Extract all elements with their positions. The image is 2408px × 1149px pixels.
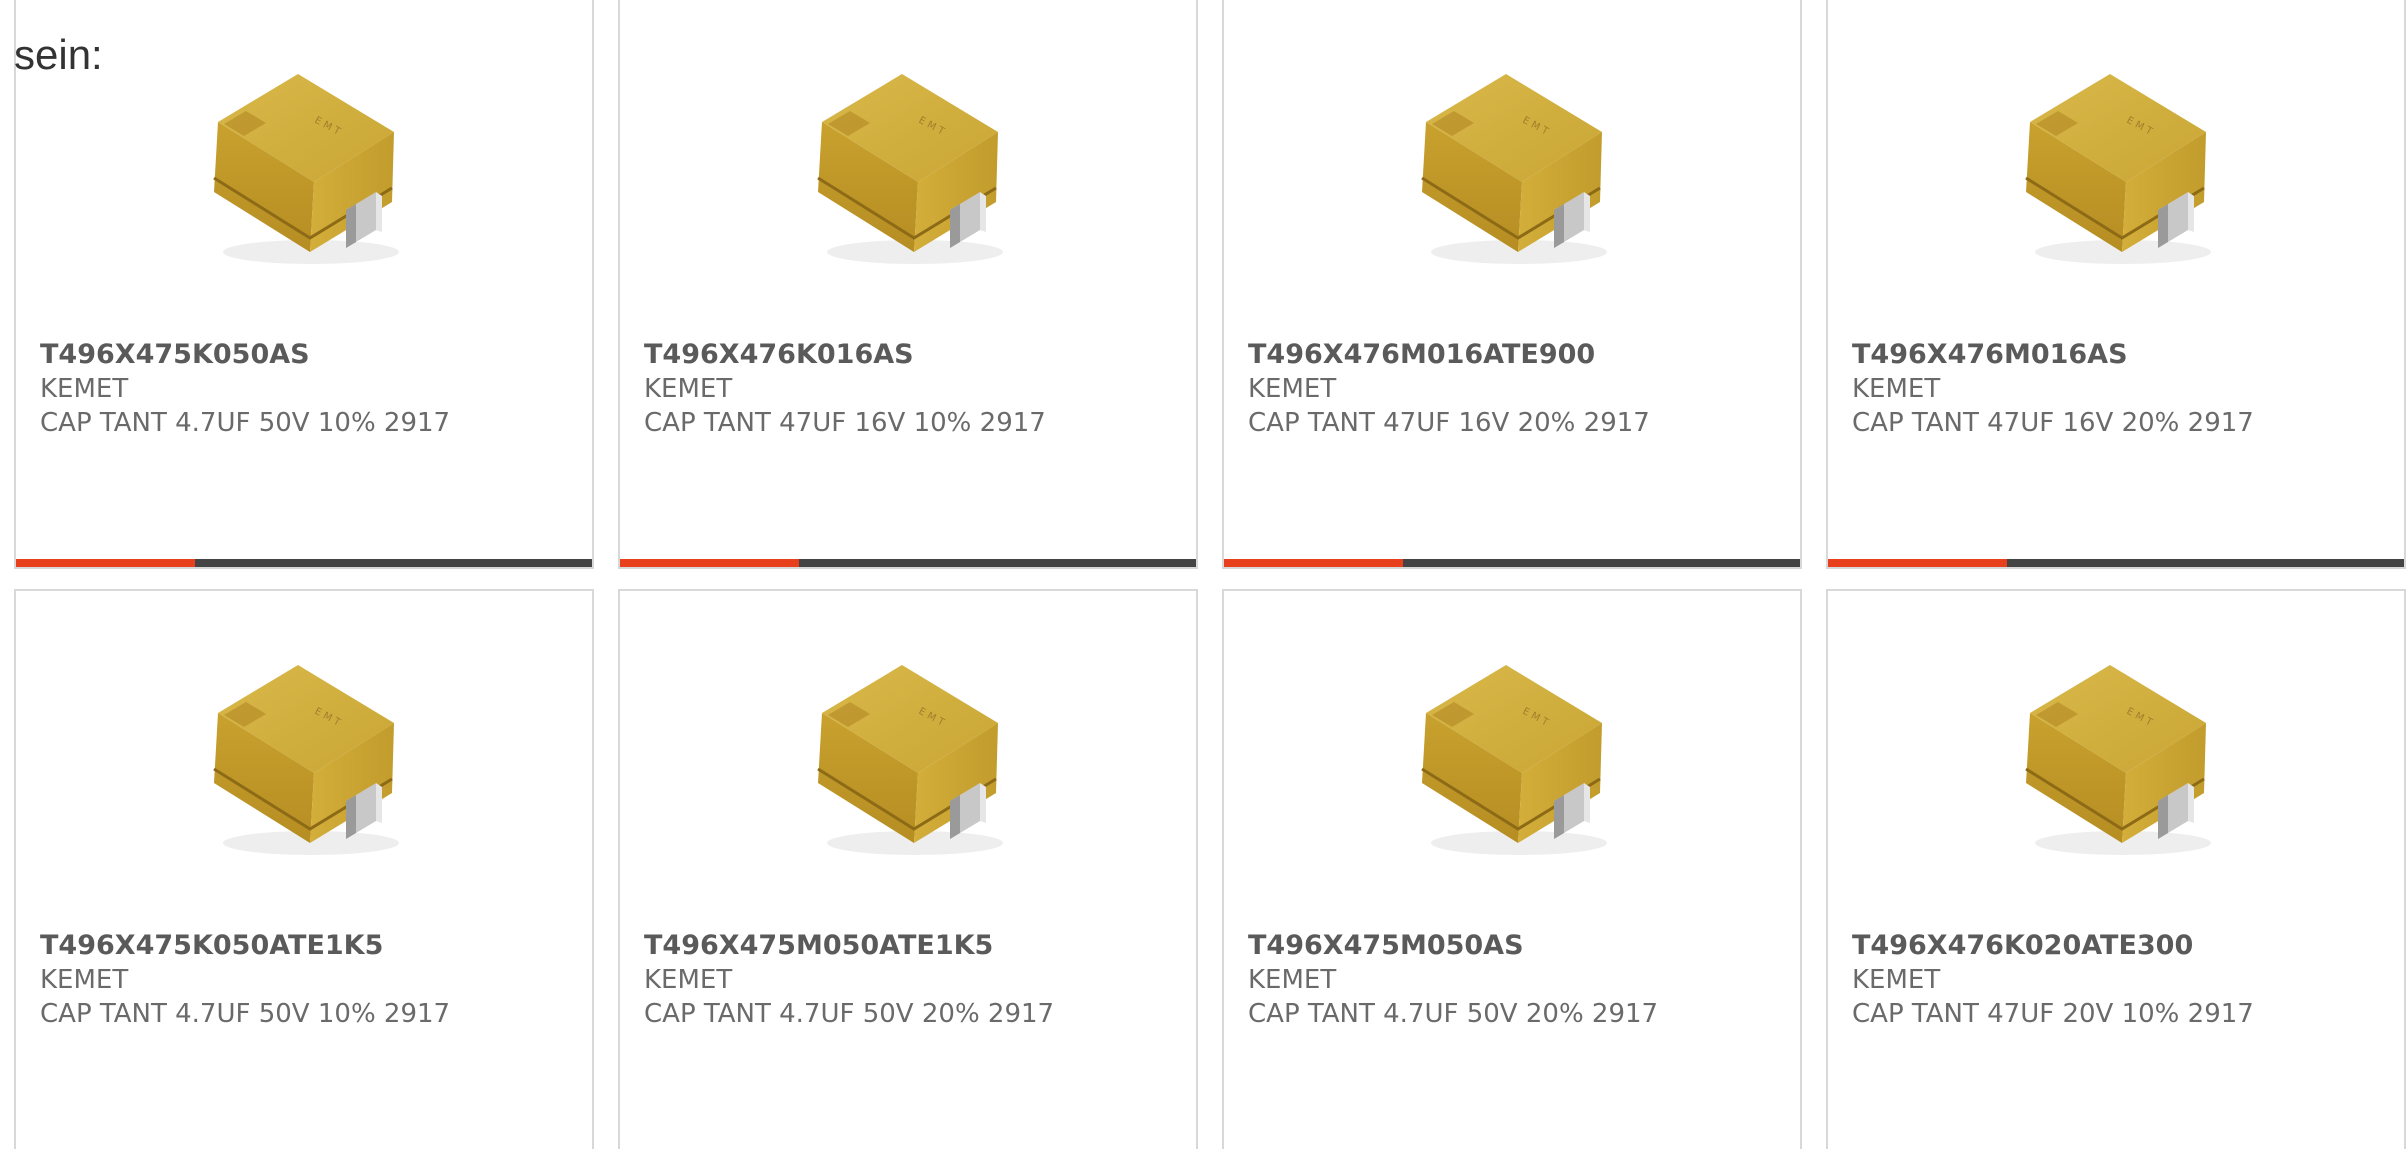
product-description: CAP TANT 47UF 16V 10% 2917 [644,408,1046,438]
product-card[interactable]: E M T T496X475M050ATE1K5 KEMET CAP TANT … [618,589,1198,1149]
progress-bar [620,559,1196,567]
product-card[interactable]: E M T T496X476M016AS KEMET CAP TANT 47UF… [1826,0,2406,569]
product-card[interactable]: E M T T496X475K050ATE1K5 KEMET CAP TANT … [14,589,594,1149]
product-info: T496X476K020ATE300 KEMET CAP TANT 47UF 2… [1852,929,2394,1031]
product-info: T496X475M050ATE1K5 KEMET CAP TANT 4.7UF … [644,929,1186,1031]
intro-text: sein: [14,31,103,78]
manufacturer: KEMET [1852,965,1941,995]
product-card[interactable]: E M T T496X476M016ATE900 KEMET CAP TANT … [1222,0,1802,569]
part-number[interactable]: T496X476K016AS [644,338,1186,372]
product-card[interactable]: E M T T496X475K050AS KEMET CAP TANT 4.7U… [14,0,594,569]
manufacturer: KEMET [40,374,129,404]
part-number[interactable]: T496X476M016ATE900 [1248,338,1790,372]
product-grid: E M T T496X475K050AS KEMET CAP TANT 4.7U… [14,0,2408,1149]
tantalum-capacitor-image: E M T [1414,70,1624,270]
progress-bar [1828,559,2404,567]
tantalum-capacitor-image: E M T [2018,661,2228,861]
progress-bar-fill [1224,559,1403,567]
manufacturer: KEMET [644,965,733,995]
part-number[interactable]: T496X476K020ATE300 [1852,929,2394,963]
product-description: CAP TANT 47UF 16V 20% 2917 [1248,408,1650,438]
part-number[interactable]: T496X475M050ATE1K5 [644,929,1186,963]
manufacturer: KEMET [644,374,733,404]
manufacturer: KEMET [1248,374,1337,404]
tantalum-capacitor-image: E M T [1414,661,1624,861]
product-info: T496X476K016AS KEMET CAP TANT 47UF 16V 1… [644,338,1186,440]
tantalum-capacitor-image: E M T [206,70,416,270]
product-description: CAP TANT 4.7UF 50V 20% 2917 [644,999,1055,1029]
tantalum-capacitor-image: E M T [810,661,1020,861]
product-info: T496X475M050AS KEMET CAP TANT 4.7UF 50V … [1248,929,1790,1031]
part-number[interactable]: T496X475K050ATE1K5 [40,929,582,963]
product-description: CAP TANT 4.7UF 50V 10% 2917 [40,408,451,438]
product-description: CAP TANT 47UF 16V 20% 2917 [1852,408,2254,438]
manufacturer: KEMET [1852,374,1941,404]
progress-bar [1224,559,1800,567]
product-description: CAP TANT 47UF 20V 10% 2917 [1852,999,2254,1029]
tantalum-capacitor-image: E M T [810,70,1020,270]
part-number[interactable]: T496X475K050AS [40,338,582,372]
product-info: T496X476M016AS KEMET CAP TANT 47UF 16V 2… [1852,338,2394,440]
progress-bar-fill [16,559,195,567]
tantalum-capacitor-image: E M T [2018,70,2228,270]
part-number[interactable]: T496X475M050AS [1248,929,1790,963]
product-description: CAP TANT 4.7UF 50V 10% 2917 [40,999,451,1029]
manufacturer: KEMET [1248,965,1337,995]
product-description: CAP TANT 4.7UF 50V 20% 2917 [1248,999,1659,1029]
product-info: T496X475K050AS KEMET CAP TANT 4.7UF 50V … [40,338,582,440]
manufacturer: KEMET [40,965,129,995]
tantalum-capacitor-image: E M T [206,661,416,861]
progress-bar-fill [620,559,799,567]
part-number[interactable]: T496X476M016AS [1852,338,2394,372]
product-card[interactable]: E M T T496X475M050AS KEMET CAP TANT 4.7U… [1222,589,1802,1149]
product-info: T496X476M016ATE900 KEMET CAP TANT 47UF 1… [1248,338,1790,440]
product-card[interactable]: E M T T496X476K016AS KEMET CAP TANT 47UF… [618,0,1198,569]
progress-bar [16,559,592,567]
product-info: T496X475K050ATE1K5 KEMET CAP TANT 4.7UF … [40,929,582,1031]
progress-bar-fill [1828,559,2007,567]
product-card[interactable]: E M T T496X476K020ATE300 KEMET CAP TANT … [1826,589,2406,1149]
